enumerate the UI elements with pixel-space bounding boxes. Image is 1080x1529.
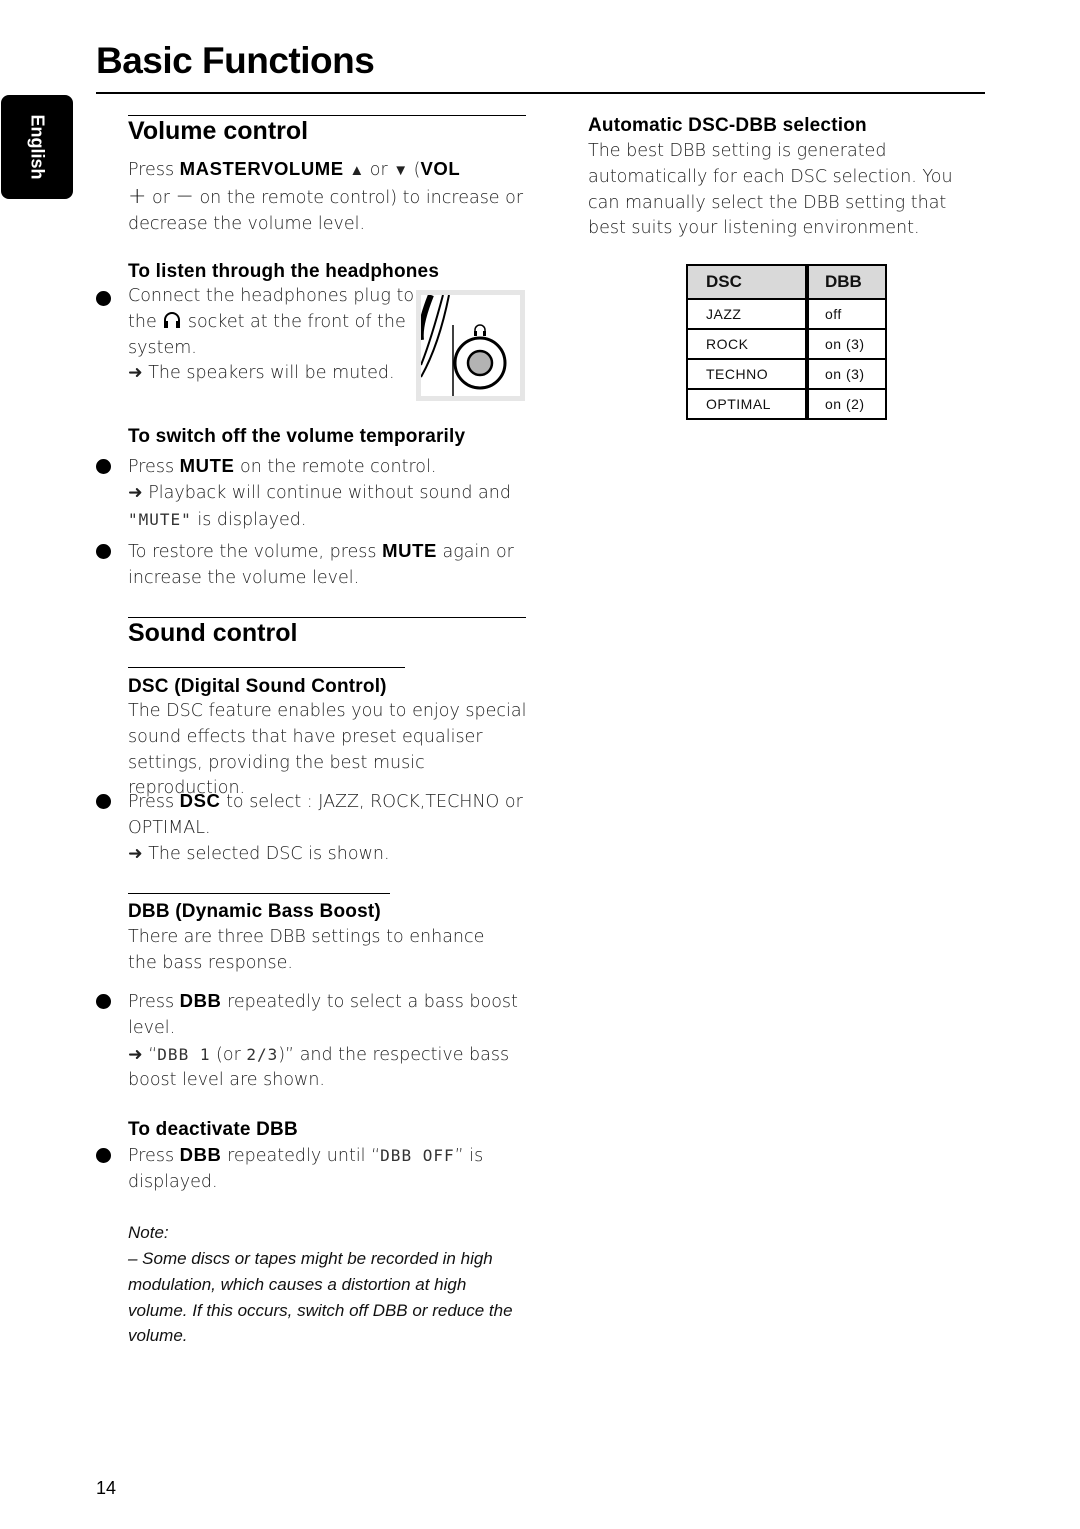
bullet-icon: [96, 291, 111, 306]
dsc-cell: OPTIMAL: [686, 388, 809, 420]
minus-icon: −: [175, 183, 194, 209]
bullet-icon: [96, 544, 111, 559]
column-header-dsc: DSC: [686, 264, 809, 300]
mute-heading: To switch off the volume temporarily: [128, 426, 466, 447]
note-text: – Some discs or tapes might be recorded …: [128, 1249, 513, 1346]
lcd-display-text: 2/3: [246, 1044, 279, 1064]
headphones-instructions: Connect the headphones plug to the socke…: [128, 284, 418, 387]
headphones-icon: [164, 311, 181, 328]
dsc-instructions: Press DSC to select : JAZZ, ROCK,TECHNO …: [128, 788, 533, 867]
text: (or: [210, 1044, 247, 1065]
lcd-display-text: DBB OFF: [380, 1146, 455, 1165]
note-label: Note:: [128, 1223, 169, 1242]
dbb-description: There are three DBB settings to enhance …: [128, 927, 485, 973]
restore-volume-instructions: To restore the volume, press MUTE again …: [128, 538, 518, 592]
page-title: Basic Functions: [96, 40, 375, 81]
section-divider: [128, 115, 526, 116]
headphone-socket-illustration: [416, 290, 525, 401]
key-vol: VOL: [420, 158, 461, 179]
table-row: ROCK on (3): [686, 328, 887, 360]
key-mute: MUTE: [179, 455, 235, 476]
key-master-volume: MASTERVOLUME: [179, 158, 344, 179]
text: the: [128, 311, 163, 332]
dsc-description: The DSC feature enables you to enjoy spe…: [128, 701, 527, 799]
text: is displayed.: [191, 509, 307, 530]
dbb-instructions: Press DBB repeatedly to select a bass bo…: [128, 988, 523, 1094]
deactivate-dbb-heading: To deactivate DBB: [128, 1119, 298, 1140]
auto-selection-heading: Automatic DSC-DBB selection: [588, 115, 867, 136]
text: or: [364, 160, 394, 180]
key-mute: MUTE: [382, 540, 437, 561]
result-text: ➜ Playback will continue without sound a…: [128, 482, 511, 503]
table-row: TECHNO on (3): [686, 358, 887, 390]
text: Press: [128, 992, 180, 1012]
key-dbb: DBB: [179, 990, 222, 1011]
mute-instructions: Press MUTE on the remote control. ➜ Play…: [128, 453, 528, 533]
text: (: [408, 160, 421, 180]
headphones-heading: To listen through the headphones: [128, 261, 440, 282]
dbb-cell: on (3): [806, 358, 887, 390]
lcd-display-text: DBB 1: [157, 1044, 211, 1064]
dsc-dbb-table: DSC DBB JAZZ off ROCK on (3) TECHNO on (…: [686, 264, 887, 420]
lcd-display-text: "MUTE": [128, 509, 192, 529]
dsc-cell: TECHNO: [686, 358, 809, 390]
language-tab-label: English: [27, 114, 48, 180]
table-row: JAZZ off: [686, 298, 887, 330]
volume-control-heading: Volume control: [128, 117, 309, 145]
text: Press: [128, 792, 180, 812]
column-header-dbb: DBB: [806, 264, 887, 300]
text: system.: [128, 337, 197, 358]
sound-control-heading: Sound control: [128, 619, 298, 647]
key-dsc: DSC: [179, 790, 221, 811]
auto-selection-description: The best DBB setting is generated automa…: [588, 141, 953, 239]
bullet-icon: [96, 459, 111, 474]
result-text: ➜ The speakers will be muted.: [128, 363, 395, 384]
text: socket at the front of the: [182, 311, 406, 332]
dbb-cell: off: [806, 298, 887, 330]
text: repeatedly until “: [221, 1146, 381, 1166]
text: Press: [128, 457, 180, 477]
text: on the remote control.: [234, 457, 437, 477]
text: Press: [128, 1146, 180, 1166]
dbb-cell: on (3): [806, 328, 887, 360]
key-dbb: DBB: [179, 1144, 222, 1165]
bullet-icon: [96, 994, 111, 1009]
text: To restore the volume, press: [128, 542, 383, 562]
subsection-divider: [128, 667, 405, 668]
plus-icon: +: [128, 183, 147, 209]
text: Connect the headphones plug to: [128, 286, 415, 306]
dsc-cell: ROCK: [686, 328, 809, 360]
bullet-icon: [96, 794, 111, 809]
bullet-icon: [96, 1148, 111, 1163]
result-text: ➜ The selected DSC is shown.: [128, 843, 390, 864]
text: or: [146, 187, 176, 208]
result-text: ➜ “: [128, 1044, 158, 1065]
table-row: OPTIMAL on (2): [686, 388, 887, 420]
up-triangle-icon: ▲: [349, 161, 365, 179]
table-header-row: DSC DBB: [686, 264, 887, 300]
language-tab: English: [1, 95, 73, 199]
text: Press: [128, 160, 180, 180]
deactivate-dbb-instructions: Press DBB repeatedly until “DBB OFF” is …: [128, 1142, 523, 1196]
subsection-divider: [128, 893, 390, 894]
headphone-socket-drawing: [421, 295, 520, 396]
page-number: 14: [96, 1478, 117, 1498]
dsc-cell: JAZZ: [686, 298, 809, 330]
dbb-heading: DBB (Dynamic Bass Boost): [128, 901, 381, 922]
down-triangle-icon: ▼: [393, 161, 409, 179]
volume-control-intro: Press MASTERVOLUME ▲ or ▼ (VOL + or − on…: [128, 156, 528, 237]
section-divider: [128, 617, 526, 618]
dsc-heading: DSC (Digital Sound Control): [128, 676, 387, 697]
title-divider: [96, 92, 985, 94]
dbb-cell: on (2): [806, 388, 887, 420]
